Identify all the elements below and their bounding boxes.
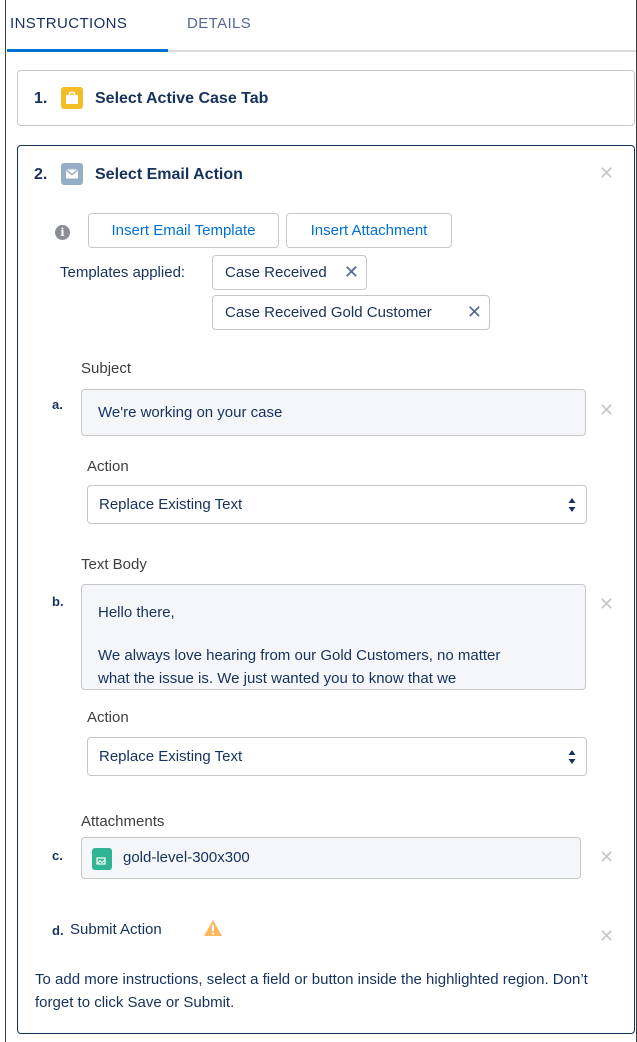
step-title: Select Active Case Tab (95, 90, 269, 107)
tab-instructions[interactable]: INSTRUCTIONS (10, 15, 127, 32)
remove-attachments-icon[interactable]: ✕ (599, 848, 614, 866)
active-tab-indicator (7, 49, 168, 52)
text-body-field[interactable]: Hello there, We always love hearing from… (81, 584, 586, 690)
panel-left-border (0, 0, 6, 1042)
step-title: Select Email Action (95, 166, 243, 183)
insert-email-template-button[interactable]: Insert Email Template (88, 213, 279, 248)
remove-template-icon[interactable]: ✕ (344, 256, 359, 289)
attachments-label: Attachments (81, 813, 165, 830)
select-arrows-icon (568, 498, 576, 512)
image-file-icon (92, 848, 112, 870)
tab-bar: INSTRUCTIONS DETAILS (7, 0, 636, 52)
selected-action: Replace Existing Text (99, 748, 243, 765)
subject-label: Subject (81, 360, 132, 377)
step-number: 1. (34, 90, 48, 107)
remove-template-icon[interactable]: ✕ (467, 296, 482, 329)
template-pill-label: Case Received Gold Customer (225, 304, 432, 321)
text-body-line: Hello there, (98, 604, 175, 621)
step-select-email-action[interactable]: 2. Select Email Action ✕ i Insert Email … (17, 145, 635, 1034)
email-icon (61, 163, 83, 185)
action-label: Action (87, 709, 129, 726)
subject-value: We're working on your case (98, 404, 283, 421)
subject-field[interactable]: We're working on your case (81, 389, 586, 436)
select-arrows-icon (568, 750, 576, 764)
sub-step-letter: d. (52, 923, 64, 938)
step-select-active-case-tab[interactable]: 1. Select Active Case Tab (17, 70, 635, 126)
sub-step-letter: a. (52, 397, 63, 412)
attachments-field[interactable]: gold-level-300x300 (81, 837, 581, 879)
insert-attachment-button[interactable]: Insert Attachment (286, 213, 452, 248)
text-body-label: Text Body (81, 556, 147, 573)
template-pill-label: Case Received (225, 264, 327, 281)
info-icon[interactable]: i (55, 225, 70, 240)
remove-submit-action-icon[interactable]: ✕ (599, 927, 614, 945)
subject-action-select[interactable]: Replace Existing Text (87, 485, 587, 524)
templates-applied-label: Templates applied: (60, 264, 186, 281)
instructions-hint: To add more instructions, select a field… (35, 971, 588, 1011)
text-body-action-select[interactable]: Replace Existing Text (87, 737, 587, 776)
sub-step-letter: b. (52, 594, 64, 609)
template-pill: Case Received ✕ (212, 255, 367, 290)
sub-step-letter: c. (52, 848, 63, 863)
close-step-icon[interactable]: ✕ (599, 164, 614, 182)
selected-action: Replace Existing Text (99, 496, 243, 513)
attachment-name: gold-level-300x300 (123, 849, 250, 866)
step-number: 2. (34, 166, 48, 183)
instructions-panel: INSTRUCTIONS DETAILS 1. Select Active Ca… (0, 0, 637, 1042)
remove-subject-icon[interactable]: ✕ (599, 401, 614, 419)
case-icon (61, 87, 83, 109)
submit-action-label: Submit Action (70, 921, 162, 938)
template-pill: Case Received Gold Customer ✕ (212, 295, 490, 330)
text-body-line: We always love hearing from our Gold Cus… (98, 647, 501, 664)
text-body-line: what the issue is. We just wanted you to… (98, 670, 457, 687)
tab-details[interactable]: DETAILS (187, 15, 251, 32)
warning-icon (204, 920, 222, 936)
action-label: Action (87, 458, 129, 475)
remove-text-body-icon[interactable]: ✕ (599, 595, 614, 613)
